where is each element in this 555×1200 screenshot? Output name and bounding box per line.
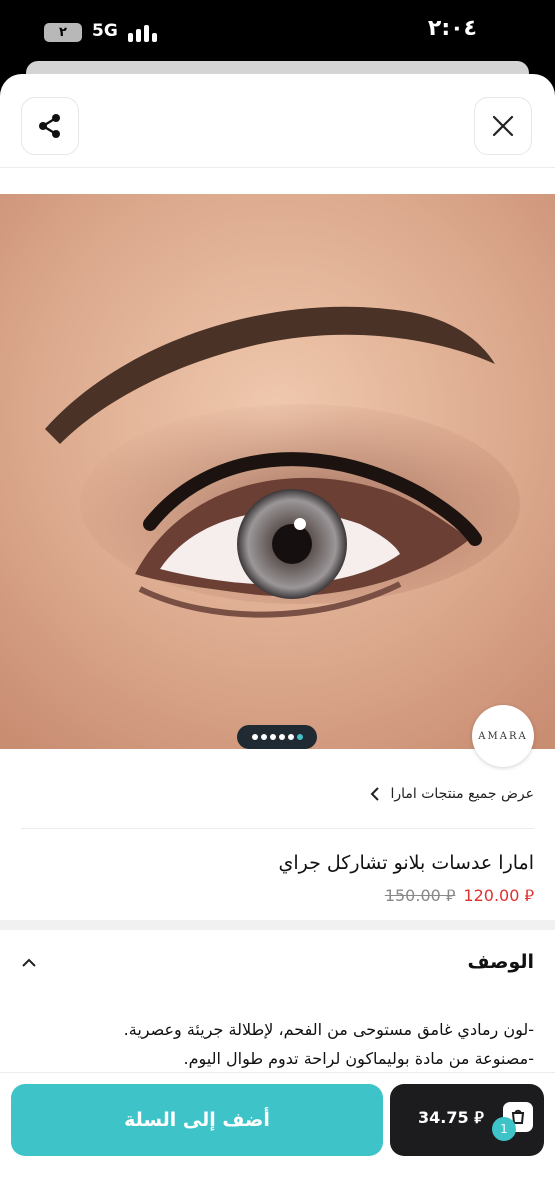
share-button[interactable]	[21, 97, 79, 155]
pagination-dot[interactable]	[251, 734, 258, 740]
view-all-label: عرض جميع منتجات امارا	[390, 786, 534, 802]
status-bar: ٢ 5G ٢:٠٤	[0, 0, 555, 70]
pagination-dot[interactable]	[269, 734, 276, 740]
current-price: ⃁ 120.00	[463, 886, 534, 905]
pagination-dot[interactable]	[260, 734, 267, 740]
brand-logo[interactable]: AMARA	[472, 705, 534, 767]
chevron-left-icon	[371, 787, 380, 801]
cart-count-badge: 1	[492, 1117, 516, 1141]
cart-button[interactable]: ⃁ 34.75 1	[390, 1084, 544, 1156]
currency-symbol: ⃁	[524, 886, 534, 905]
chevron-up-icon[interactable]	[20, 954, 38, 972]
product-title: امارا عدسات بلانو تشاركل جراي	[278, 852, 534, 874]
pagination-dot[interactable]	[287, 734, 294, 740]
brand-logo-text: AMARA	[478, 730, 528, 742]
description-line: -مصنوعة من مادة بوليماكون لراحة تدوم طوا…	[183, 1049, 535, 1068]
description-heading[interactable]: الوصف	[467, 951, 534, 973]
section-divider	[21, 828, 534, 829]
product-sheet: AMARA عرض جميع منتجات امارا امارا عدسات …	[0, 74, 555, 1200]
share-icon	[39, 114, 60, 138]
close-icon	[492, 115, 514, 137]
eye-photo	[0, 194, 555, 749]
image-pagination[interactable]	[237, 725, 317, 749]
price-row: ⃁ 120.00 ⃁ 150.00	[385, 886, 534, 906]
pagination-dot-active[interactable]	[296, 734, 303, 740]
battery-icon: ٢	[44, 23, 82, 42]
original-price: ⃁ 150.00	[384, 886, 456, 905]
cart-total: ⃁ 34.75	[418, 1108, 484, 1127]
description-text: -لون رمادي غامق مستوحى من الفحم، لإطلالة…	[21, 1015, 534, 1073]
header-divider	[0, 167, 555, 168]
bottom-action-bar: أضف إلى السلة ⃁ 34.75 1	[0, 1072, 555, 1200]
close-button[interactable]	[474, 97, 532, 155]
add-to-cart-button[interactable]: أضف إلى السلة	[11, 1084, 383, 1156]
pagination-dot[interactable]	[278, 734, 285, 740]
description-line: -لون رمادي غامق مستوحى من الفحم، لإطلالة…	[123, 1020, 534, 1039]
section-spacer	[0, 920, 555, 930]
currency-symbol: ⃁	[474, 1108, 484, 1127]
product-image[interactable]	[0, 194, 555, 749]
view-all-products-link[interactable]: عرض جميع منتجات امارا	[370, 786, 534, 802]
network-type: 5G	[92, 21, 118, 41]
signal-icon	[128, 24, 158, 42]
status-time: ٢:٠٤	[427, 16, 477, 41]
currency-symbol: ⃁	[445, 886, 456, 905]
